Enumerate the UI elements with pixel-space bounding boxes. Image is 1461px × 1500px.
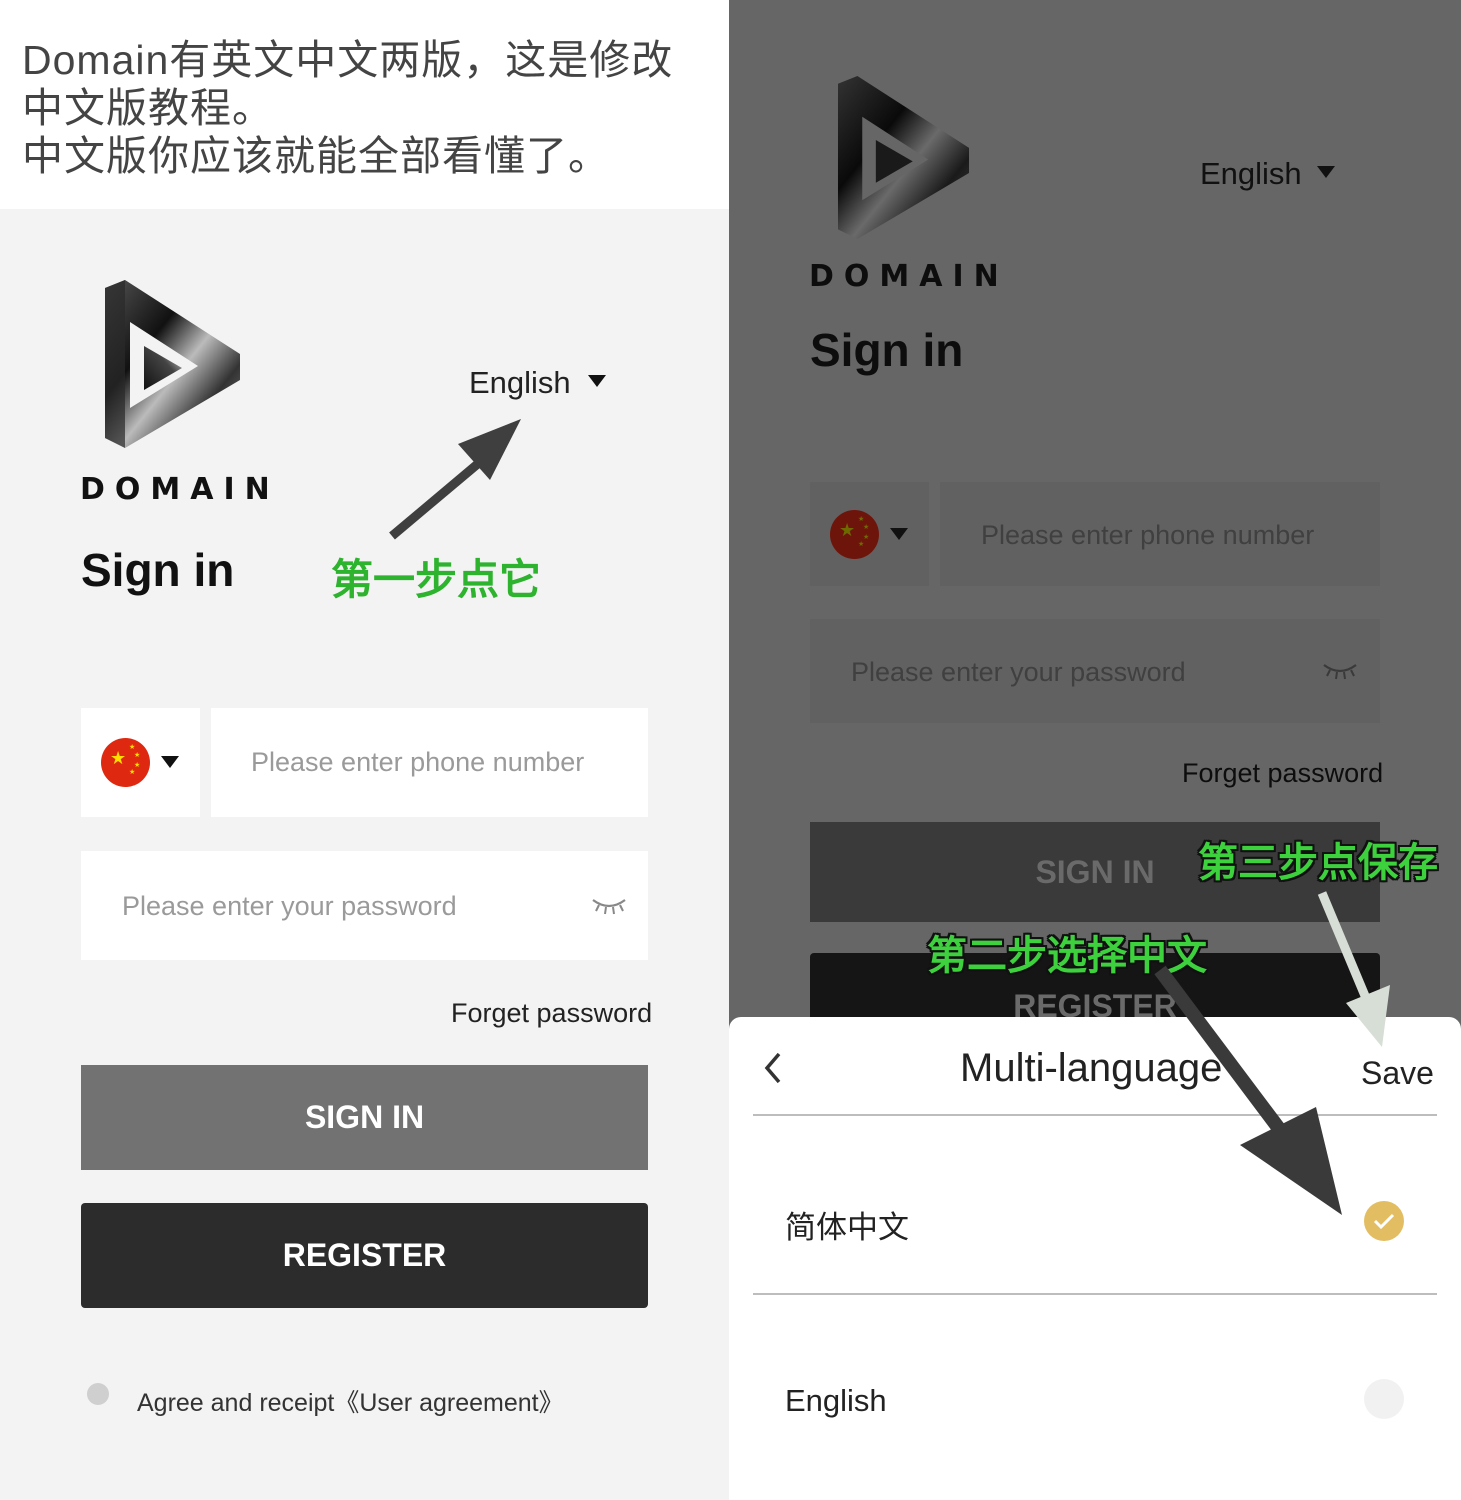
- domain-logo-icon: [105, 280, 240, 448]
- arrow-annotation-icon: [389, 419, 521, 540]
- language-option-english[interactable]: English: [753, 1295, 1437, 1500]
- country-code-selector[interactable]: ★ ★ ★ ★ ★: [81, 708, 200, 817]
- password-placeholder: Please enter your password: [122, 891, 457, 921]
- language-selector[interactable]: English: [462, 359, 622, 405]
- language-selector-label: English: [469, 365, 571, 400]
- language-option-label: English: [785, 1383, 887, 1418]
- china-flag-icon-dim: ★ ★ ★ ★ ★: [830, 510, 879, 559]
- phone-number-input-dim[interactable]: Please enter phone number: [940, 482, 1380, 586]
- china-flag-icon: ★ ★ ★ ★ ★: [101, 738, 150, 787]
- dropdown-caret-icon: [588, 375, 606, 387]
- phone-placeholder-dim: Please enter phone number: [981, 520, 1315, 550]
- agreement-text[interactable]: Agree and receipt《User agreement》: [137, 1383, 564, 1419]
- forget-password-link[interactable]: Forget password: [451, 998, 652, 1029]
- intro-line-3: 中文版你应该就能全部看懂了。: [22, 133, 610, 179]
- annotation-step3: 第三步点保存: [1198, 841, 1438, 885]
- language-option-label: 简体中文: [785, 1210, 909, 1245]
- country-caret-icon-dim: [890, 528, 908, 540]
- page-title-dim: Sign in: [810, 324, 964, 376]
- password-input[interactable]: Please enter your password: [81, 851, 648, 960]
- phone-placeholder: Please enter phone number: [251, 747, 585, 777]
- sign-in-button[interactable]: SIGN IN: [81, 1065, 648, 1170]
- phone-number-input[interactable]: Please enter phone number: [211, 708, 648, 817]
- password-input-dim[interactable]: Please enter your password: [810, 619, 1380, 723]
- brand-wordmark-dim: DOMAIN: [809, 259, 1009, 294]
- hidden-eye-icon-dim[interactable]: [1322, 659, 1358, 681]
- radio-unselected-icon: [1364, 1379, 1404, 1419]
- dropdown-caret-icon-dim: [1317, 166, 1335, 178]
- forget-password-link-dim[interactable]: Forget password: [1182, 758, 1383, 789]
- language-selector-dim[interactable]: English: [1191, 146, 1351, 192]
- save-button[interactable]: Save: [1361, 1055, 1434, 1092]
- password-placeholder-dim: Please enter your password: [851, 657, 1186, 687]
- register-button[interactable]: REGISTER: [81, 1203, 648, 1308]
- check-selected-icon: [1364, 1201, 1404, 1241]
- intro-text-panel: Domain有英文中文两版，这是修改 中文版教程。 中文版你应该就能全部看懂了。: [0, 0, 729, 209]
- left-sign-in-screen: DOMAIN English Sign in 第一步点它 ★ ★ ★ ★ ★ P…: [0, 209, 729, 1500]
- language-selector-label-dim: English: [1200, 156, 1302, 191]
- arrow-annotation-icon-step3: [1317, 891, 1390, 1047]
- hidden-eye-icon[interactable]: [591, 894, 627, 916]
- page-title: Sign in: [81, 544, 235, 596]
- annotation-step1: 第一步点它: [331, 556, 542, 603]
- back-chevron-icon[interactable]: [763, 1051, 783, 1085]
- country-caret-icon: [161, 756, 179, 768]
- country-code-selector-dim[interactable]: ★ ★ ★ ★ ★: [810, 482, 929, 586]
- brand-wordmark: DOMAIN: [80, 472, 280, 507]
- domain-logo-icon-dim: [837, 76, 970, 240]
- agreement-radio[interactable]: [87, 1383, 109, 1405]
